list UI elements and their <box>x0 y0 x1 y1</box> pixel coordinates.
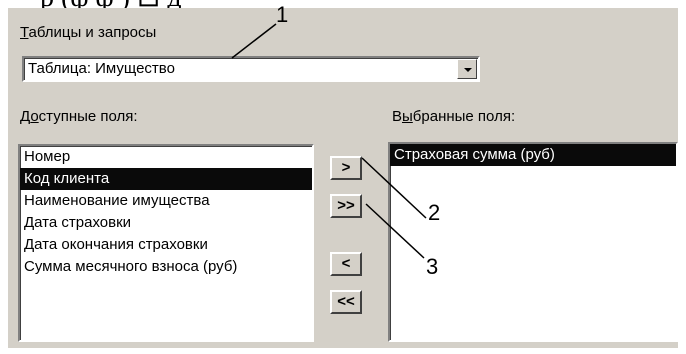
callout-2: 2 <box>428 200 441 225</box>
callout-3: 3 <box>426 254 439 279</box>
callout-1: 1 <box>276 2 289 27</box>
callout-leader-lines <box>231 23 427 259</box>
callout-line-1 <box>231 23 277 59</box>
callout-line-3 <box>365 203 425 259</box>
